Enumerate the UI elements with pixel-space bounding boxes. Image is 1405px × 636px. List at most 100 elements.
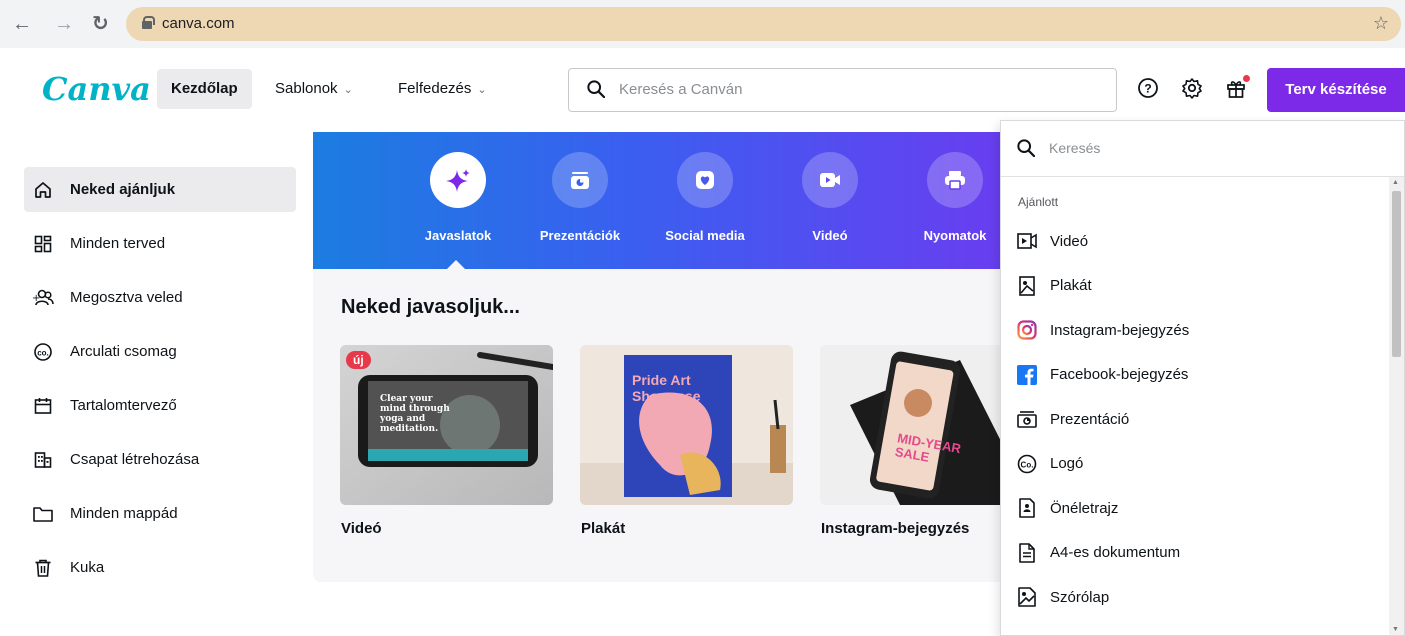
main-content: Javaslatok Prezentációk Social media Vid… [313, 132, 1013, 582]
home-icon [32, 179, 54, 201]
url-text: canva.com [162, 15, 235, 32]
scroll-down-arrow-icon[interactable]: ▼ [1392, 626, 1399, 633]
card-poster-label[interactable]: Plakát [581, 520, 625, 537]
category-label: Javaslatok [424, 228, 492, 243]
scroll-up-arrow-icon[interactable]: ▲ [1392, 179, 1399, 186]
gift-icon[interactable] [1224, 75, 1250, 101]
instagram-thumbnail-image: MID-YEAR SALE [820, 345, 1013, 505]
dropdown-item-flyer[interactable]: Szórólap [1017, 575, 1377, 620]
grid-icon [32, 233, 54, 255]
scrollbar-thumb[interactable] [1392, 191, 1401, 357]
nav-home[interactable]: Kezdőlap [157, 69, 252, 109]
sidebar-item-all-designs[interactable]: Minden terved [24, 221, 296, 266]
trash-icon [32, 557, 54, 579]
facebook-icon [1017, 364, 1037, 385]
card-video-label[interactable]: Videó [341, 520, 382, 537]
address-bar[interactable]: canva.com ☆ [126, 7, 1401, 41]
flyer-icon [1017, 587, 1037, 608]
category-suggestions[interactable]: Javaslatok [403, 152, 513, 243]
dropdown-item-resume[interactable]: Önéletrajz [1017, 486, 1377, 531]
category-label: Videó [812, 228, 848, 243]
video-thumbnail-image: Clear your mind through yoga and meditat… [340, 345, 553, 505]
dropdown-item-instagram[interactable]: Instagram-bejegyzés [1017, 308, 1377, 353]
card-instagram-label[interactable]: Instagram-bejegyzés [821, 520, 969, 537]
header-search-input[interactable]: Keresés a Canván [568, 68, 1117, 112]
card-instagram-thumbnail[interactable]: MID-YEAR SALE [820, 345, 1013, 505]
sidebar-item-content-planner[interactable]: Tartalomtervező [24, 383, 296, 428]
search-icon [1017, 139, 1035, 157]
svg-text:Pride Art: Pride Art [632, 372, 691, 388]
nav-discover-label: Felfedezés [398, 80, 472, 97]
dropdown-item-label: Logó [1050, 455, 1084, 473]
help-icon[interactable]: ? [1136, 77, 1160, 101]
svg-text:meditation.: meditation. [380, 424, 438, 434]
dropdown-item-logo[interactable]: Co. Logó [1017, 442, 1377, 487]
reload-icon[interactable]: ↻ [92, 14, 109, 34]
team-building-icon [32, 449, 54, 471]
dropdown-scrollbar[interactable]: ▲ ▼ [1389, 177, 1404, 635]
instagram-icon [1017, 320, 1037, 340]
forward-icon[interactable]: → [54, 14, 74, 34]
category-label: Prezentációk [539, 228, 621, 243]
dropdown-item-poster[interactable]: Plakát [1017, 264, 1377, 309]
heart-icon [677, 152, 733, 208]
resume-icon [1017, 498, 1037, 519]
category-label: Social media [665, 228, 745, 243]
dropdown-item-video[interactable]: Videó [1017, 219, 1377, 264]
section-title: Neked javasoljuk... [341, 296, 520, 318]
svg-text:co.: co. [37, 348, 49, 357]
category-social-media[interactable]: Social media [650, 152, 760, 243]
video-icon [1017, 231, 1037, 251]
search-placeholder: Keresés a Canván [619, 81, 743, 98]
sidebar-item-label: Neked ajánljuk [70, 181, 176, 198]
sidebar-item-create-team[interactable]: Csapat létrehozása [24, 437, 296, 482]
document-icon [1017, 542, 1037, 563]
brand-kit-icon: co. [32, 341, 54, 363]
printer-icon [927, 152, 983, 208]
nav-discover[interactable]: Felfedezés ⌄ [384, 69, 501, 109]
dropdown-item-label: A4-es dokumentum [1050, 544, 1181, 562]
dropdown-item-label: Facebook-bejegyzés [1050, 366, 1189, 384]
dropdown-item-a4-document[interactable]: A4-es dokumentum [1017, 531, 1377, 576]
shared-users-icon: + [32, 287, 54, 309]
dropdown-search-placeholder: Keresés [1049, 140, 1101, 156]
dropdown-item-facebook[interactable]: Facebook-bejegyzés [1017, 353, 1377, 398]
card-video-thumbnail[interactable]: Clear your mind through yoga and meditat… [340, 345, 553, 505]
dropdown-item-label: Plakát [1050, 277, 1092, 295]
calendar-icon [32, 395, 54, 417]
sidebar-item-brand-kit[interactable]: co. Arculati csomag [24, 329, 296, 374]
canva-logo[interactable]: Canva [42, 70, 151, 108]
create-design-button[interactable]: Terv készítése [1267, 68, 1405, 112]
dropdown-item-label: Szórólap [1050, 588, 1110, 606]
sidebar-item-shared[interactable]: + Megosztva veled [24, 275, 296, 320]
dropdown-item-presentation[interactable]: Prezentáció [1017, 397, 1377, 442]
svg-text:Showcase: Showcase [632, 388, 701, 404]
nav-home-label: Kezdőlap [171, 80, 238, 97]
sparkle-icon [430, 152, 486, 208]
card-poster-thumbnail[interactable]: Pride Art Showcase [580, 345, 793, 505]
nav-templates[interactable]: Sablonok ⌄ [261, 69, 367, 109]
svg-text:+: + [32, 293, 40, 304]
category-presentations[interactable]: Prezentációk [525, 152, 635, 243]
svg-text:Co.: Co. [1021, 460, 1034, 469]
category-banner: Javaslatok Prezentációk Social media Vid… [313, 132, 1013, 270]
sidebar-item-label: Minden terved [70, 235, 166, 252]
sidebar-item-label: Tartalomtervező [70, 397, 177, 414]
poster-icon [1017, 275, 1037, 296]
back-icon[interactable]: ← [12, 14, 32, 34]
chevron-down-icon: ⌄ [477, 84, 487, 96]
nav-templates-label: Sablonok [275, 80, 338, 97]
category-prints[interactable]: Nyomatok [900, 152, 1010, 243]
settings-gear-icon[interactable] [1180, 77, 1204, 101]
sidebar-item-folders[interactable]: Minden mappád [24, 491, 296, 536]
active-category-pointer [446, 260, 466, 270]
sidebar-item-trash[interactable]: Kuka [24, 545, 296, 590]
lock-icon [142, 16, 155, 29]
sidebar-item-for-you[interactable]: Neked ajánljuk [24, 167, 296, 212]
bookmark-star-icon[interactable]: ☆ [1373, 13, 1389, 34]
presentation-icon [1017, 409, 1037, 429]
dropdown-item-label: Önéletrajz [1050, 499, 1119, 517]
category-video[interactable]: Videó [775, 152, 885, 243]
sidebar-item-label: Arculati csomag [70, 343, 177, 360]
dropdown-search-input[interactable]: Keresés [1001, 121, 1404, 177]
